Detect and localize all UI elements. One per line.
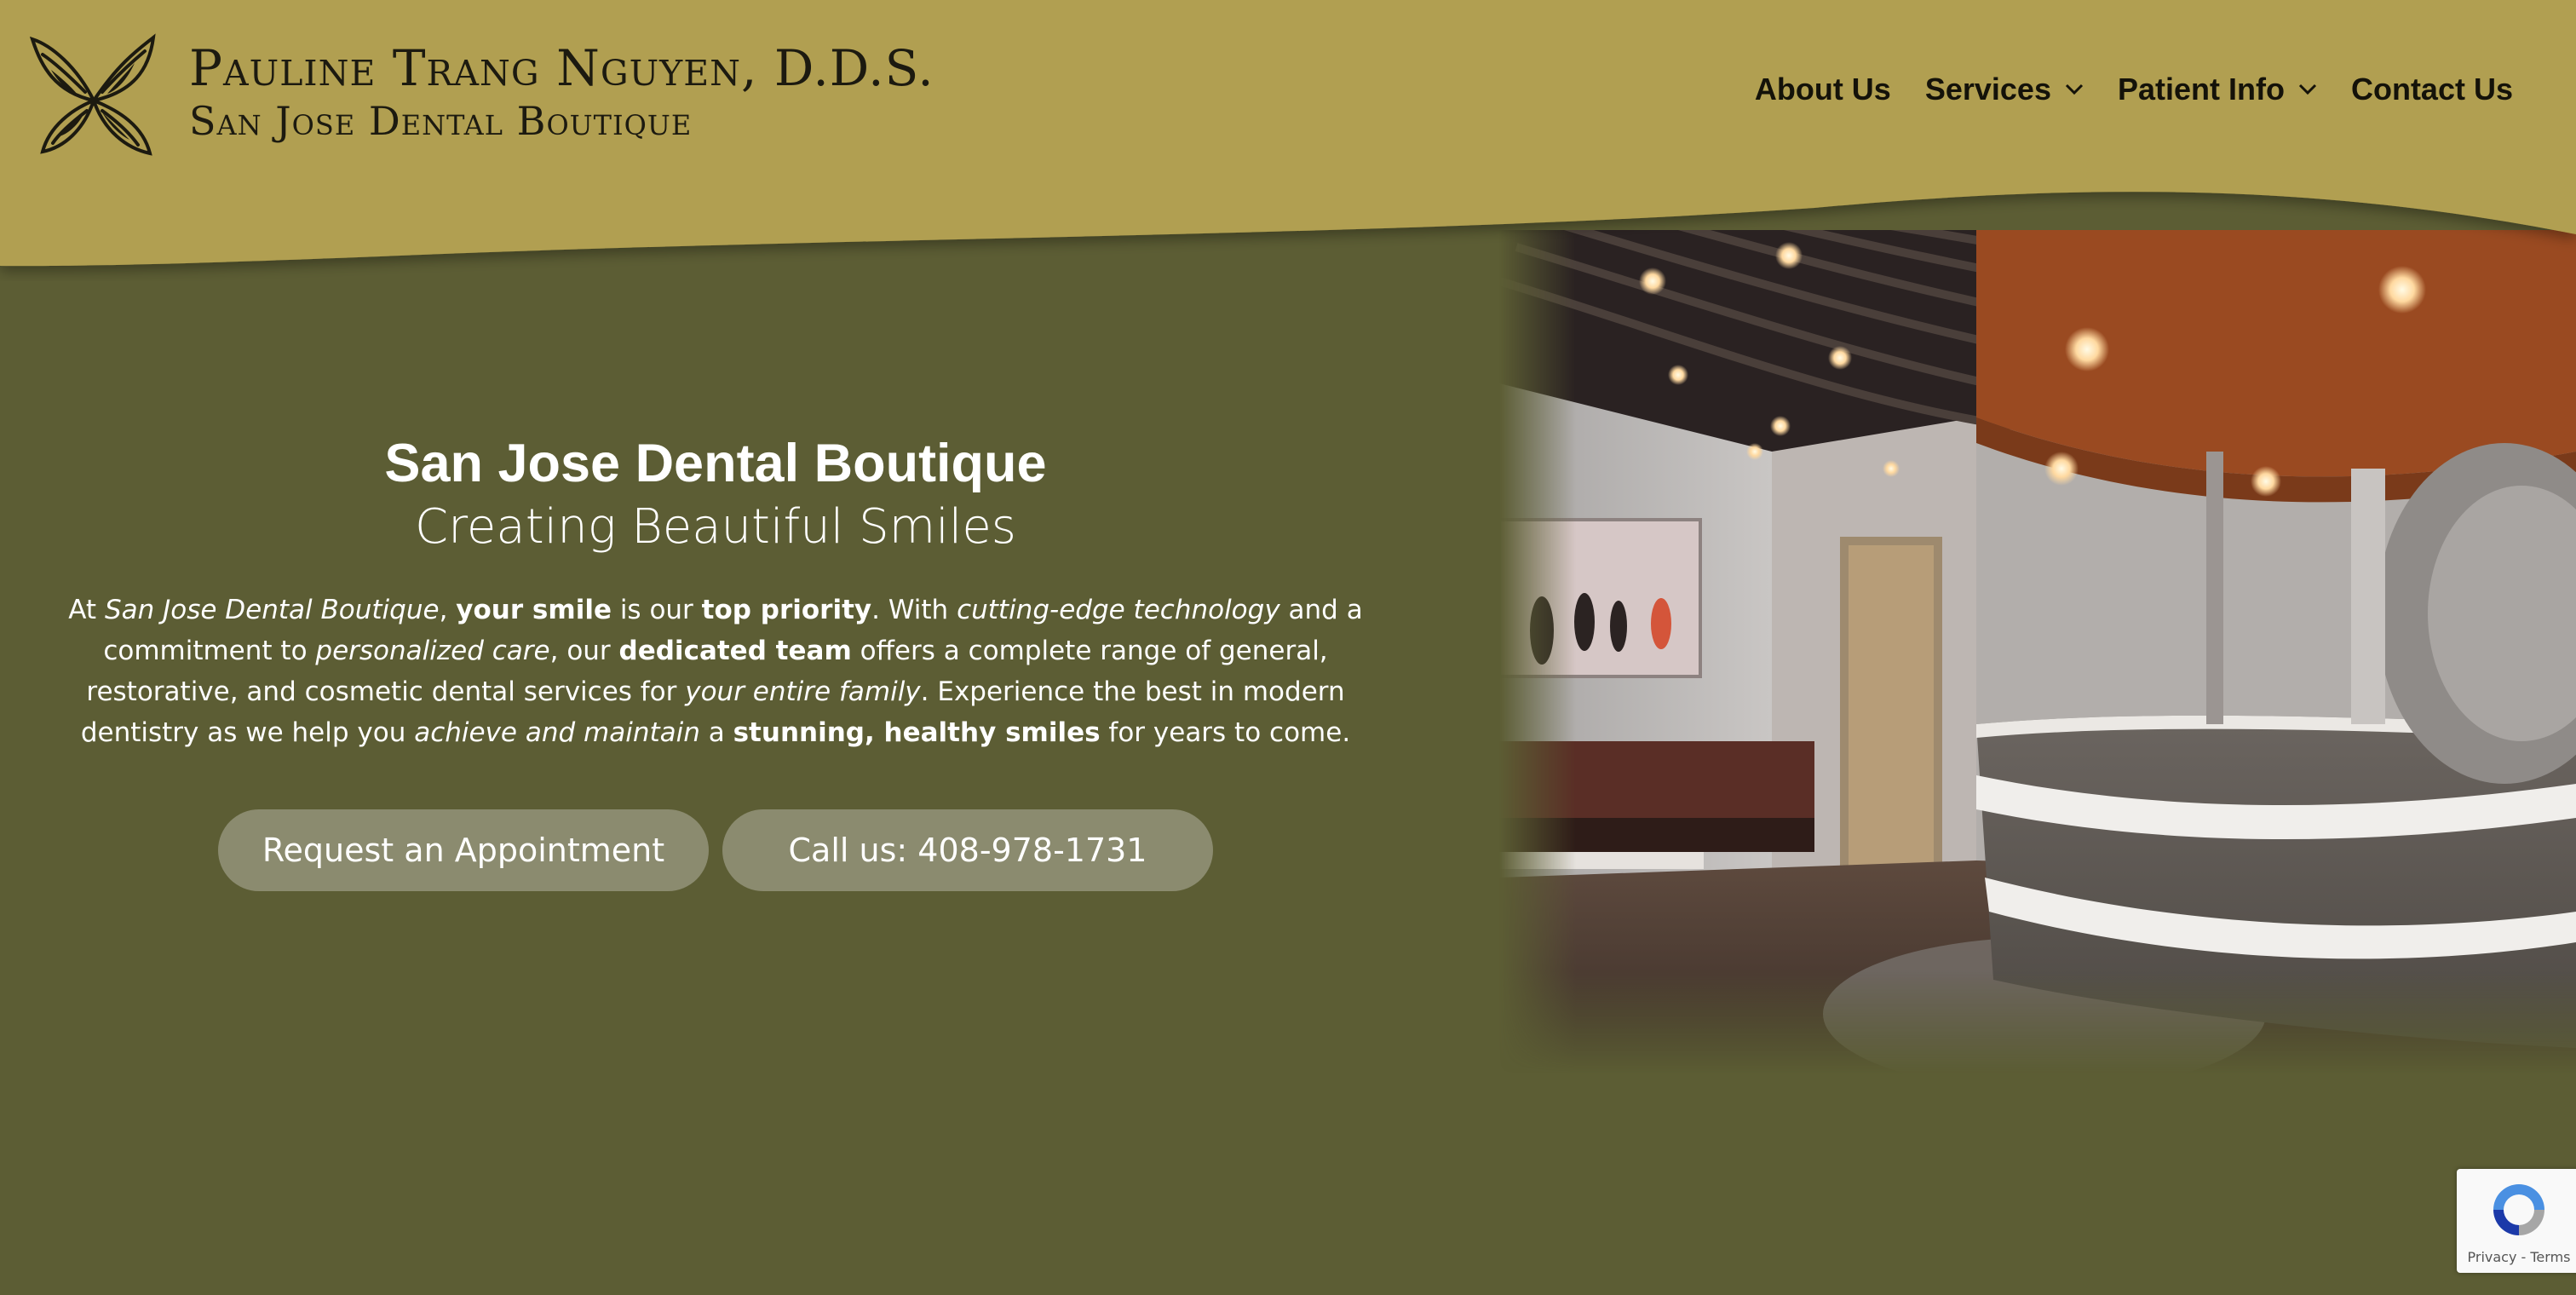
recaptcha-icon <box>2493 1184 2544 1235</box>
site-logo[interactable]: Pauline Trang Nguyen, D.D.S. San Jose De… <box>26 32 934 160</box>
hero-subtitle: Creating Beautiful Smiles <box>415 499 1016 555</box>
main-nav: About Us Services Patient Info Contact U… <box>1755 72 2513 107</box>
office-interior-photo <box>1499 230 2576 1073</box>
call-us-button[interactable]: Call us: 408-978-1731 <box>722 809 1213 892</box>
nav-label: Services <box>1924 72 2051 106</box>
hero-title: San Jose Dental Boutique <box>384 434 1047 493</box>
nav-about-us[interactable]: About Us <box>1755 72 1891 107</box>
nav-label: Patient Info <box>2117 72 2285 106</box>
nav-services[interactable]: Services <box>1925 72 2084 107</box>
hero-section: San Jose Dental Boutique Creating Beauti… <box>17 434 1414 892</box>
nav-patient-info[interactable]: Patient Info <box>2118 72 2317 107</box>
request-appointment-button[interactable]: Request an Appointment <box>218 809 709 892</box>
logo-practice-name: San Jose Dental Boutique <box>189 98 693 145</box>
nav-label: About Us <box>1754 72 1891 106</box>
cta-buttons: Request an Appointment Call us: 408-978-… <box>17 809 1414 892</box>
hero-description: At San Jose Dental Boutique, your smile … <box>68 595 1363 749</box>
logo-doctor-name: Pauline Trang Nguyen, D.D.S. <box>189 39 934 97</box>
chevron-down-icon <box>2065 83 2084 95</box>
nav-contact-us[interactable]: Contact Us <box>2351 72 2513 107</box>
recaptcha-badge[interactable]: Privacy - Terms <box>2457 1169 2576 1273</box>
butterfly-icon <box>29 33 156 156</box>
chevron-down-icon <box>2298 83 2317 95</box>
recaptcha-links[interactable]: Privacy - Terms <box>2457 1249 2576 1265</box>
nav-label: Contact Us <box>2350 72 2513 106</box>
